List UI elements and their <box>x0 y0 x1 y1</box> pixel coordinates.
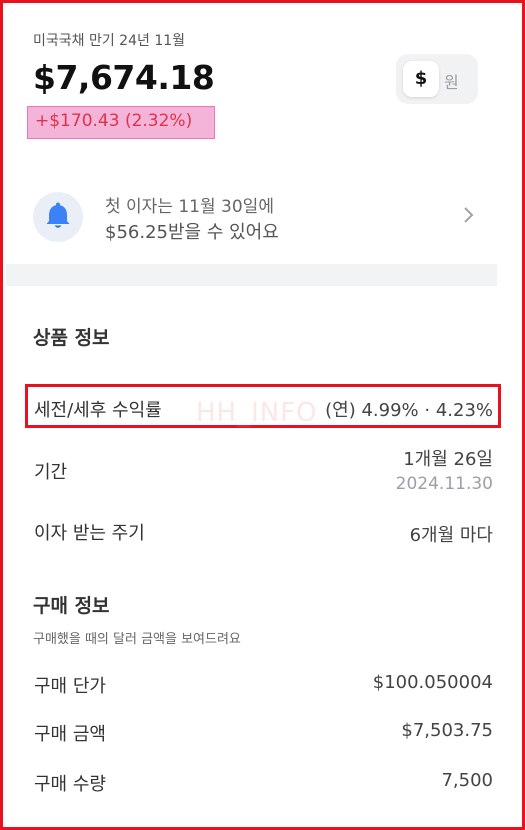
purchase-info-caption: 구매했을 때의 달러 금액을 보여드려요 <box>33 632 241 647</box>
maturity-date: 2024.11.30 <box>395 474 493 494</box>
yield-value: (연) 4.99% · 4.23% <box>325 400 493 421</box>
interest-cycle-label: 이자 받는 주기 <box>34 523 145 544</box>
interest-cycle-value: 6개월 마다 <box>409 525 493 546</box>
unit-price-value: $100.050004 <box>372 672 493 693</box>
currency-toggle-dollar[interactable]: $ <box>403 61 439 97</box>
chevron-right-icon[interactable] <box>462 206 476 228</box>
bell-icon <box>33 192 83 242</box>
period-label: 기간 <box>34 462 68 483</box>
currency-toggle-won[interactable]: 원 <box>444 69 459 93</box>
period-value: 1개월 26일 <box>403 449 493 470</box>
section-divider <box>6 264 497 286</box>
value-change: +$170.43 (2.32%) <box>35 111 193 131</box>
unit-price-label: 구매 단가 <box>34 676 106 697</box>
purchase-amount-value: $7,503.75 <box>401 720 493 741</box>
quantity-label: 구매 수량 <box>34 774 106 795</box>
product-info-title: 상품 정보 <box>33 327 110 349</box>
product-subtitle: 미국국채 만기 24년 11월 <box>33 33 186 49</box>
purchase-amount-label: 구매 금액 <box>34 724 106 745</box>
interest-notice-line2[interactable]: $56.25받을 수 있어요 <box>105 218 279 244</box>
interest-notice-line1[interactable]: 첫 이자는 11월 30일에 <box>105 192 274 217</box>
quantity-value: 7,500 <box>441 770 493 791</box>
yield-label: 세전/세후 수익률 <box>34 400 162 421</box>
watermark: HH_INFO <box>196 398 318 428</box>
app-screen: 미국국채 만기 24년 11월 $7,674.18 +$170.43 (2.32… <box>6 6 519 824</box>
current-value: $7,674.18 <box>33 58 215 97</box>
purchase-info-title: 구매 정보 <box>33 595 110 617</box>
